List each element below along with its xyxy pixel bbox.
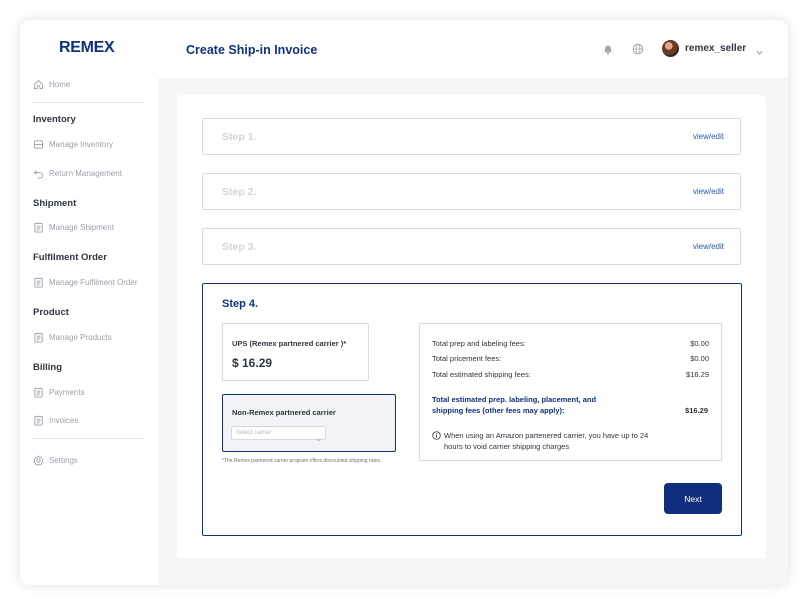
- non-remex-carrier-option[interactable]: Non-Remex partnered carrier Select carri…: [222, 394, 396, 452]
- username[interactable]: remex_seller: [685, 43, 746, 54]
- step-label: Step 3.: [222, 241, 257, 253]
- step-4-title: Step 4.: [222, 298, 259, 310]
- sidebar-item-label: Manage Inventory: [49, 139, 114, 149]
- view-edit-link[interactable]: view/edit: [693, 242, 724, 251]
- view-edit-link[interactable]: view/edit: [693, 187, 724, 196]
- step-1: Step 1. view/edit: [202, 118, 741, 155]
- step-label: Step 2.: [222, 186, 257, 198]
- sidebar: REMEX Home Inventory Manage Inventory Re…: [20, 20, 158, 585]
- fee-row: Total estimated shipping fees: $16.29: [432, 370, 709, 379]
- next-button[interactable]: Next: [664, 483, 722, 514]
- sidebar-item-payments[interactable]: Payments: [32, 386, 85, 398]
- document-icon: [32, 414, 44, 426]
- sidebar-item-invoices[interactable]: Invoices: [32, 414, 78, 426]
- logo: REMEX: [59, 39, 115, 56]
- fee-row: Total prep and labeling fees: $0.00: [432, 339, 709, 348]
- group-shipment: Shipment: [33, 198, 77, 209]
- sidebar-item-home[interactable]: Home: [32, 78, 70, 90]
- app-window: REMEX Home Inventory Manage Inventory Re…: [20, 20, 788, 585]
- return-icon: [32, 167, 44, 179]
- carrier-void-note: When using an Amazon partenered carrier,…: [432, 430, 662, 452]
- sidebar-item-label: Manage Products: [49, 332, 112, 342]
- sidebar-item-settings[interactable]: Settings: [32, 454, 78, 466]
- fee-amount: $0.00: [690, 354, 709, 363]
- carrier-select[interactable]: Select carrier: [231, 426, 326, 442]
- sidebar-item-label: Payments: [49, 387, 85, 397]
- avatar[interactable]: [662, 40, 679, 57]
- settings-icon: [32, 454, 44, 466]
- sidebar-item-label: Return Management: [49, 168, 122, 178]
- invoice-card: Step 1. view/edit Step 2. view/edit Step…: [177, 95, 766, 558]
- document-icon: [32, 331, 44, 343]
- fee-label: Total pricement fees:: [432, 354, 502, 363]
- group-fulfilment-order: Fulfilment Order: [33, 252, 107, 263]
- fee-label: Total prep and labeling fees:: [432, 339, 526, 348]
- step-2: Step 2. view/edit: [202, 173, 741, 210]
- home-icon: [32, 78, 44, 90]
- step-3: Step 3. view/edit: [202, 228, 741, 265]
- chevron-down-icon: [315, 430, 322, 442]
- sidebar-item-manage-products[interactable]: Manage Products: [32, 331, 112, 343]
- total-fees-amount: $16.29: [685, 406, 708, 415]
- divider: [32, 102, 144, 103]
- view-edit-link[interactable]: view/edit: [693, 132, 724, 141]
- carrier-select-placeholder: Select carrier: [236, 430, 272, 436]
- ups-carrier-option[interactable]: UPS (Remex partnered carrier )* $ 16.29: [222, 323, 369, 381]
- document-icon: [32, 221, 44, 233]
- bell-icon[interactable]: [602, 42, 614, 55]
- document-icon: [32, 276, 44, 288]
- info-icon: [432, 431, 441, 440]
- carrier-footnote: *The Remex partnered carrier program off…: [222, 458, 382, 464]
- ups-price: $ 16.29: [232, 356, 273, 370]
- document-icon: [32, 386, 44, 398]
- divider: [32, 438, 144, 439]
- step-label: Step 1.: [222, 131, 257, 143]
- globe-icon[interactable]: [632, 42, 644, 55]
- sidebar-item-manage-inventory[interactable]: Manage Inventory: [32, 138, 113, 150]
- box-icon: [32, 138, 44, 150]
- non-remex-carrier-label: Non-Remex partnered carrier: [232, 408, 336, 417]
- group-product: Product: [33, 307, 69, 318]
- fee-label: Total estimated shipping fees:: [432, 370, 531, 379]
- chevron-down-icon[interactable]: [755, 44, 764, 55]
- group-inventory: Inventory: [33, 114, 76, 125]
- sidebar-item-label: Settings: [49, 455, 78, 465]
- fees-summary: Total prep and labeling fees: $0.00 Tota…: [419, 323, 722, 461]
- sidebar-item-label: Invoices: [49, 415, 79, 425]
- sidebar-item-manage-fulfilment-order[interactable]: Manage Fulfilment Order: [32, 276, 137, 288]
- fee-amount: $0.00: [690, 339, 709, 348]
- topbar: Create Ship-in Invoice remex_seller: [158, 20, 788, 78]
- sidebar-item-manage-shipment[interactable]: Manage Shipment: [32, 221, 114, 233]
- page-title: Create Ship-in Invoice: [186, 43, 318, 57]
- ups-carrier-label: UPS (Remex partnered carrier )*: [232, 339, 347, 348]
- fee-amount: $16.29: [686, 370, 709, 379]
- fee-row: Total pricement fees: $0.00: [432, 354, 709, 363]
- sidebar-item-label: Manage Shipment: [49, 222, 114, 232]
- group-billing: Billing: [33, 362, 63, 373]
- sidebar-item-label: Manage Fulfilment Order: [49, 277, 138, 287]
- note-text: When using an Amazon partenered carrier,…: [444, 431, 649, 451]
- sidebar-item-return-management[interactable]: Return Management: [32, 167, 122, 179]
- step-4: Step 4. UPS (Remex partnered carrier )* …: [202, 283, 742, 536]
- total-fees-label: Total estimated prep. labeling, placemen…: [432, 395, 597, 415]
- sidebar-item-label: Home: [49, 79, 71, 89]
